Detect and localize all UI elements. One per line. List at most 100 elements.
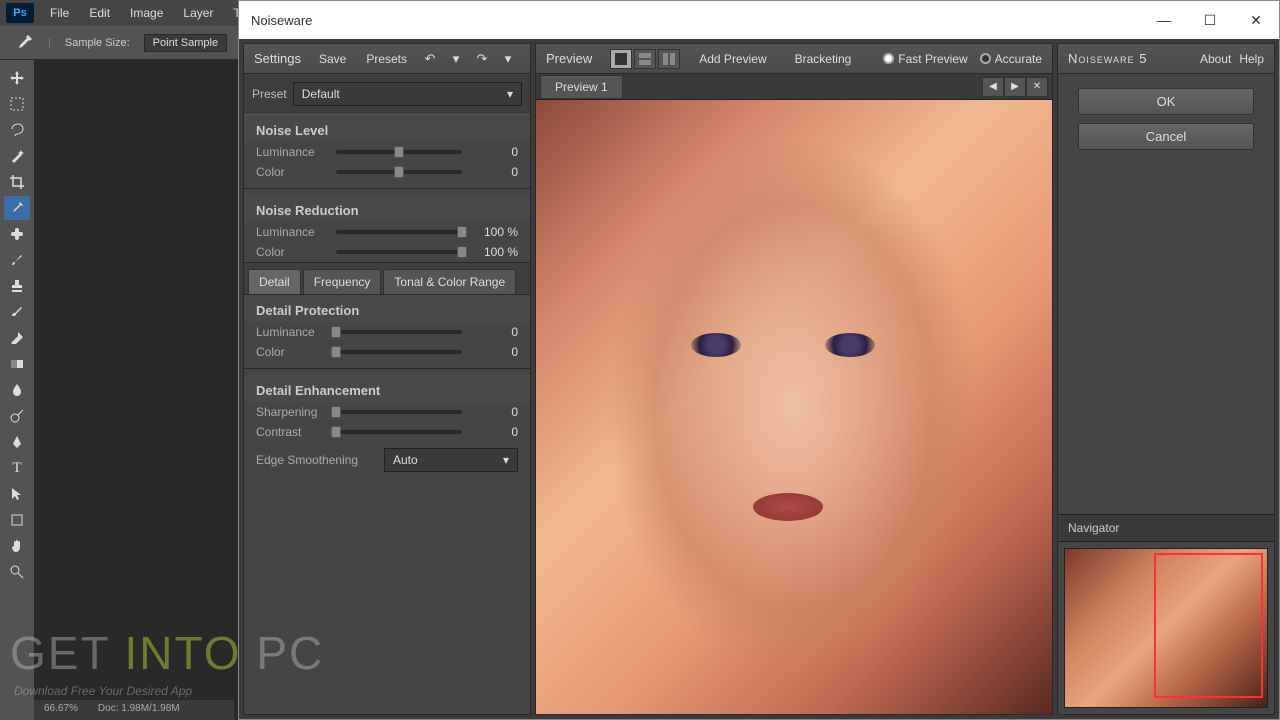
close-button[interactable]: ✕ xyxy=(1233,1,1279,39)
brand-name: Noiseware 5 xyxy=(1068,51,1147,66)
ok-button[interactable]: OK xyxy=(1078,88,1254,115)
eraser-tool[interactable] xyxy=(4,326,30,350)
type-tool[interactable]: T xyxy=(4,456,30,480)
view-split-h-icon[interactable] xyxy=(634,49,656,69)
color-slider[interactable] xyxy=(336,170,462,174)
watermark-sub: Download Free Your Desired App xyxy=(14,684,192,698)
slider-label: Sharpening xyxy=(256,405,328,419)
noise-level-heading: Noise Level xyxy=(244,115,530,142)
close-preview-icon[interactable]: ✕ xyxy=(1026,77,1048,97)
nr-luminance-slider[interactable] xyxy=(336,230,462,234)
slider-value: 100 % xyxy=(470,225,518,239)
prev-arrow-icon[interactable]: ◀ xyxy=(982,77,1004,97)
menu-edit[interactable]: Edit xyxy=(79,6,120,20)
contrast-slider[interactable] xyxy=(336,430,462,434)
view-split-v-icon[interactable] xyxy=(658,49,680,69)
preview-title: Preview xyxy=(546,51,592,66)
doc-size: Doc: 1.98M/1.98M xyxy=(98,703,180,717)
chevron-down-icon: ▾ xyxy=(507,87,513,101)
slider-value: 100 % xyxy=(470,245,518,259)
detail-enhancement-heading: Detail Enhancement xyxy=(244,375,530,402)
view-single-icon[interactable] xyxy=(610,49,632,69)
menu-layer[interactable]: Layer xyxy=(173,6,223,20)
hand-tool[interactable] xyxy=(4,534,30,558)
slider-label: Color xyxy=(256,245,328,259)
slider-value: 0 xyxy=(470,165,518,179)
preview-image[interactable] xyxy=(536,100,1052,714)
dp-luminance-slider[interactable] xyxy=(336,330,462,334)
chevron-down-icon: ▾ xyxy=(503,453,509,467)
zoom-tool[interactable] xyxy=(4,560,30,584)
wand-tool[interactable] xyxy=(4,144,30,168)
undo-icon[interactable]: ↶ xyxy=(418,48,442,70)
path-select-tool[interactable] xyxy=(4,482,30,506)
navigator-thumbnail[interactable] xyxy=(1064,548,1268,708)
slider-label: Luminance xyxy=(256,325,328,339)
navigator-viewport-rect[interactable] xyxy=(1154,553,1263,698)
heal-tool[interactable] xyxy=(4,222,30,246)
shape-tool[interactable] xyxy=(4,508,30,532)
right-panel: Noiseware 5 About Help OK Cancel Navigat… xyxy=(1057,43,1275,715)
stamp-tool[interactable] xyxy=(4,274,30,298)
slider-label: Contrast xyxy=(256,425,328,439)
slider-value: 0 xyxy=(470,345,518,359)
sample-size-field[interactable]: Point Sample xyxy=(144,34,227,52)
fast-preview-radio[interactable]: Fast Preview xyxy=(883,52,967,66)
slider-label: Luminance xyxy=(256,225,328,239)
preset-dropdown[interactable]: Default▾ xyxy=(293,82,522,106)
pen-tool[interactable] xyxy=(4,430,30,454)
cancel-button[interactable]: Cancel xyxy=(1078,123,1254,150)
eyedropper-icon xyxy=(14,33,34,53)
slider-label: Color xyxy=(256,165,328,179)
preview-tab-1[interactable]: Preview 1 xyxy=(540,75,623,99)
bracketing-button[interactable]: Bracketing xyxy=(786,48,861,70)
sharpening-slider[interactable] xyxy=(336,410,462,414)
slider-value: 0 xyxy=(470,325,518,339)
menu-image[interactable]: Image xyxy=(120,6,173,20)
help-link[interactable]: Help xyxy=(1239,52,1264,66)
tab-tonal-color[interactable]: Tonal & Color Range xyxy=(383,269,516,294)
crop-tool[interactable] xyxy=(4,170,30,194)
lasso-tool[interactable] xyxy=(4,118,30,142)
save-button[interactable]: Save xyxy=(310,48,355,70)
dodge-tool[interactable] xyxy=(4,404,30,428)
noise-reduction-heading: Noise Reduction xyxy=(244,195,530,222)
chevron-down-icon[interactable]: ▾ xyxy=(444,48,468,70)
tab-detail[interactable]: Detail xyxy=(248,269,301,294)
chevron-down-icon[interactable]: ▾ xyxy=(496,48,520,70)
redo-icon[interactable]: ↷ xyxy=(470,48,494,70)
marquee-tool[interactable] xyxy=(4,92,30,116)
noiseware-dialog: Noiseware — ☐ ✕ Settings Save Presets ↶ … xyxy=(238,0,1280,720)
eyedropper-tool[interactable] xyxy=(4,196,30,220)
status-bar: 66.67% Doc: 1.98M/1.98M xyxy=(34,700,234,720)
settings-title: Settings xyxy=(254,51,301,66)
photoshop-toolbar: T xyxy=(0,60,34,720)
add-preview-button[interactable]: Add Preview xyxy=(690,48,775,70)
gradient-tool[interactable] xyxy=(4,352,30,376)
settings-panel: Settings Save Presets ↶ ▾ ↷ ▾ Preset Def… xyxy=(243,43,531,715)
slider-label: Luminance xyxy=(256,145,328,159)
slider-label: Color xyxy=(256,345,328,359)
accurate-radio[interactable]: Accurate xyxy=(980,52,1042,66)
dialog-titlebar[interactable]: Noiseware — ☐ ✕ xyxy=(239,1,1279,39)
photoshop-logo: Ps xyxy=(6,3,34,23)
presets-button[interactable]: Presets xyxy=(357,48,416,70)
zoom-level: 66.67% xyxy=(44,703,78,717)
detail-protection-heading: Detail Protection xyxy=(244,295,530,322)
dp-color-slider[interactable] xyxy=(336,350,462,354)
luminance-slider[interactable] xyxy=(336,150,462,154)
minimize-button[interactable]: — xyxy=(1141,1,1187,39)
about-link[interactable]: About xyxy=(1200,52,1231,66)
move-tool[interactable] xyxy=(4,66,30,90)
tab-frequency[interactable]: Frequency xyxy=(303,269,382,294)
brush-tool[interactable] xyxy=(4,248,30,272)
blur-tool[interactable] xyxy=(4,378,30,402)
menu-file[interactable]: File xyxy=(40,6,79,20)
next-arrow-icon[interactable]: ▶ xyxy=(1004,77,1026,97)
nr-color-slider[interactable] xyxy=(336,250,462,254)
sample-size-label: Sample Size: xyxy=(65,37,130,49)
history-brush-tool[interactable] xyxy=(4,300,30,324)
edge-smoothening-dropdown[interactable]: Auto▾ xyxy=(384,448,518,472)
maximize-button[interactable]: ☐ xyxy=(1187,1,1233,39)
preset-label: Preset xyxy=(252,87,287,101)
